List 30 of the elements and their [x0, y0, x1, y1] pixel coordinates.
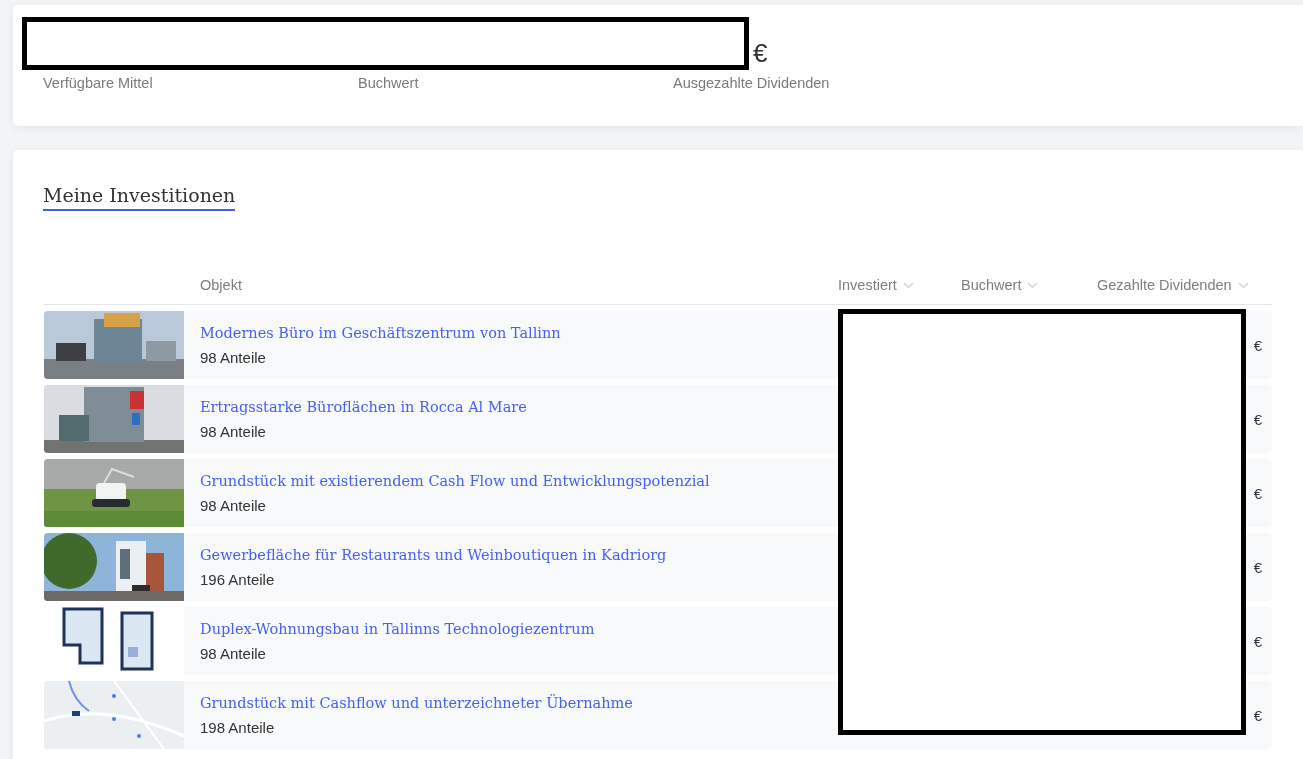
currency-sign: € [1253, 484, 1263, 502]
column-header[interactable]: Investiert [838, 277, 914, 293]
caret-icon [1027, 281, 1039, 289]
currency-sign: € [753, 37, 768, 70]
shares-count: 198 Anteile [200, 718, 276, 736]
summary-label: Buchwert [358, 75, 420, 91]
caret-icon [1237, 281, 1249, 289]
summary-label: Ausgezahlte Dividenden [673, 75, 831, 91]
caret-icon [902, 281, 914, 289]
column-header[interactable]: Gezahlte Dividenden [1097, 277, 1249, 293]
shares-count: 98 Anteile [200, 422, 267, 440]
shares-count: 98 Anteile [200, 496, 267, 514]
investment-link[interactable]: Grundstück mit Cashflow und unterzeichneter Übernahme [200, 694, 838, 711]
investment-link[interactable]: Grundstück mit existierendem Cash Flow und Entwicklungspotenzial [200, 472, 838, 489]
shares-count: 98 Anteile [200, 348, 267, 366]
investment-link[interactable]: Duplex-Wohnungsbau in Tallinns Technologiezentrum [200, 620, 838, 637]
investment-link[interactable]: Modernes Büro im Geschäftszentrum von Tallinn [200, 324, 838, 341]
currency-sign: € [1253, 706, 1263, 724]
currency-sign: € [1253, 558, 1263, 576]
shares-count: 98 Anteile [200, 644, 267, 662]
investment-link[interactable]: Gewerbefläche für Restaurants und Weinboutiquen in Kadriorg [200, 546, 838, 563]
investment-link[interactable]: Ertragsstarke Büroflächen in Rocca Al Mare [200, 398, 838, 415]
currency-sign: € [1253, 336, 1263, 354]
shares-count: 196 Anteile [200, 570, 276, 588]
column-header: Objekt [200, 277, 243, 293]
currency-sign: € [1253, 410, 1263, 428]
column-header[interactable]: Buchwert [961, 277, 1039, 293]
section-title: Meine Investitionen [43, 184, 236, 211]
currency-sign: € [1253, 632, 1263, 650]
summary-label: Verfügbare Mittel [43, 75, 154, 91]
